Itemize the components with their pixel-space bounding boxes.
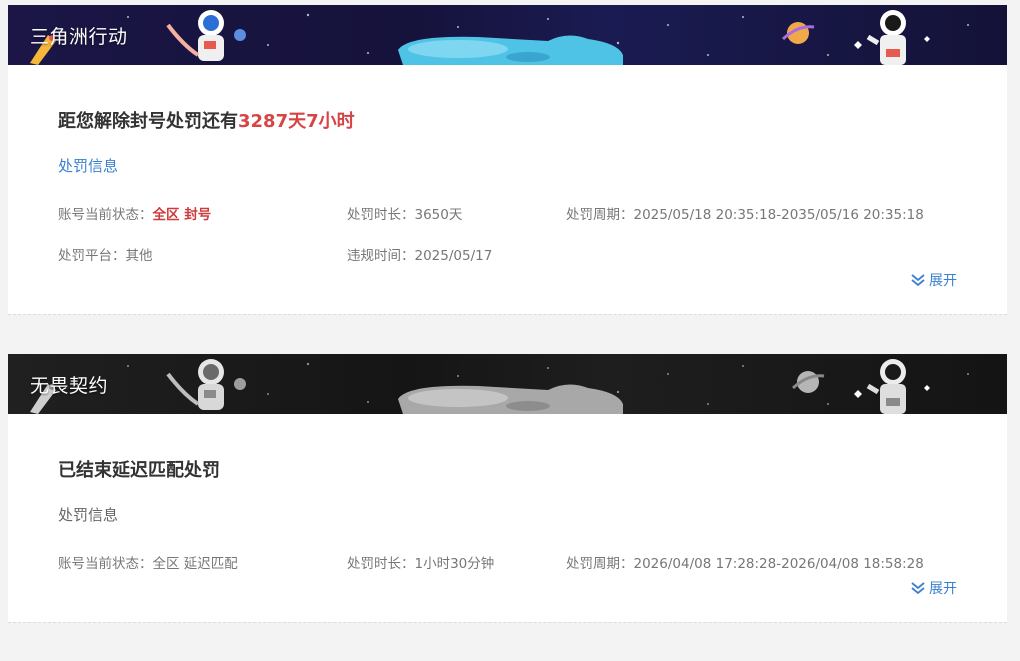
card-divider: [8, 622, 1007, 623]
penalty-platform-value: 其他: [125, 248, 153, 264]
astronaut-right-icon: [854, 10, 930, 65]
planet-icon: [791, 371, 825, 393]
account-status-value: 全区 延迟匹配: [152, 556, 238, 572]
penalty-ended-headline: 已结束延迟匹配处罚: [58, 460, 220, 481]
penalty-duration-value: 1小时30分钟: [414, 556, 495, 572]
penalty-card-delta-force: 三角洲行动 距您解除封号处罚还有3287天7小时 处罚信息 账号当前状态：全区 …: [8, 5, 1007, 314]
penalty-period-value: 2026/04/08 17:28:28-2026/04/08 18:58:28: [633, 556, 924, 572]
remaining-time: 3287天7小时: [238, 111, 355, 132]
expand-button[interactable]: 展开: [910, 578, 957, 598]
astronaut-right-icon: [854, 359, 930, 414]
account-status-field: 账号当前状态：全区 封号: [58, 203, 211, 223]
astronaut-left-icon: [166, 359, 246, 410]
penalty-records-page: 三角洲行动 距您解除封号处罚还有3287天7小时 处罚信息 账号当前状态：全区 …: [0, 0, 1020, 661]
game-banner: 三角洲行动: [8, 5, 1007, 65]
violation-time-label: 违规时间：: [347, 248, 415, 264]
penalty-period-field: 处罚周期：2026/04/08 17:28:28-2026/04/08 18:5…: [566, 552, 924, 572]
headline-prefix: 距您解除封号处罚还有: [58, 111, 238, 132]
penalty-platform-label: 处罚平台：: [58, 248, 126, 264]
space-banner-illustration: [30, 10, 969, 65]
account-status-label: 账号当前状态：: [58, 556, 153, 572]
game-title: 三角洲行动: [30, 26, 128, 48]
card-divider: [8, 314, 1007, 315]
penalty-duration-field: 处罚时长：3650天: [347, 203, 462, 223]
game-title: 无畏契约: [30, 375, 109, 397]
penalty-info-link[interactable]: 处罚信息: [58, 155, 118, 176]
expand-button[interactable]: 展开: [910, 270, 957, 290]
double-chevron-down-icon: [911, 274, 925, 287]
astronaut-left-icon: [166, 10, 246, 61]
penalty-duration-label: 处罚时长：: [347, 556, 415, 572]
violation-time-value: 2025/05/17: [414, 248, 493, 264]
expand-label: 展开: [929, 581, 957, 597]
penalty-platform-field: 处罚平台：其他: [58, 244, 153, 264]
spaceship-icon: [398, 35, 623, 65]
account-status-value: 全区 封号: [152, 207, 212, 223]
penalty-duration-value: 3650天: [414, 207, 463, 223]
spaceship-icon: [398, 384, 623, 414]
penalty-period-label: 处罚周期：: [566, 556, 634, 572]
account-status-label: 账号当前状态：: [58, 207, 153, 223]
account-status-field: 账号当前状态：全区 延迟匹配: [58, 552, 238, 572]
penalty-period-label: 处罚周期：: [566, 207, 634, 223]
expand-label: 展开: [929, 273, 957, 289]
double-chevron-down-icon: [911, 582, 925, 595]
penalty-info-label: 处罚信息: [58, 506, 119, 524]
penalty-duration-field: 处罚时长：1小时30分钟: [347, 552, 494, 572]
space-banner-illustration-gray: [30, 359, 969, 414]
penalty-period-value: 2025/05/18 20:35:18-2035/05/16 20:35:18: [633, 207, 924, 223]
game-banner: 无畏契约: [8, 354, 1007, 414]
penalty-period-field: 处罚周期：2025/05/18 20:35:18-2035/05/16 20:3…: [566, 203, 924, 223]
planet-icon: [781, 22, 815, 44]
penalty-card-valorant: 无畏契约 已结束延迟匹配处罚 处罚信息 账号当前状态：全区 延迟匹配 处罚时长：…: [8, 354, 1007, 622]
violation-time-field: 违规时间：2025/05/17: [347, 244, 492, 264]
penalty-duration-label: 处罚时长：: [347, 207, 415, 223]
unban-countdown-headline: 距您解除封号处罚还有3287天7小时: [58, 107, 355, 133]
